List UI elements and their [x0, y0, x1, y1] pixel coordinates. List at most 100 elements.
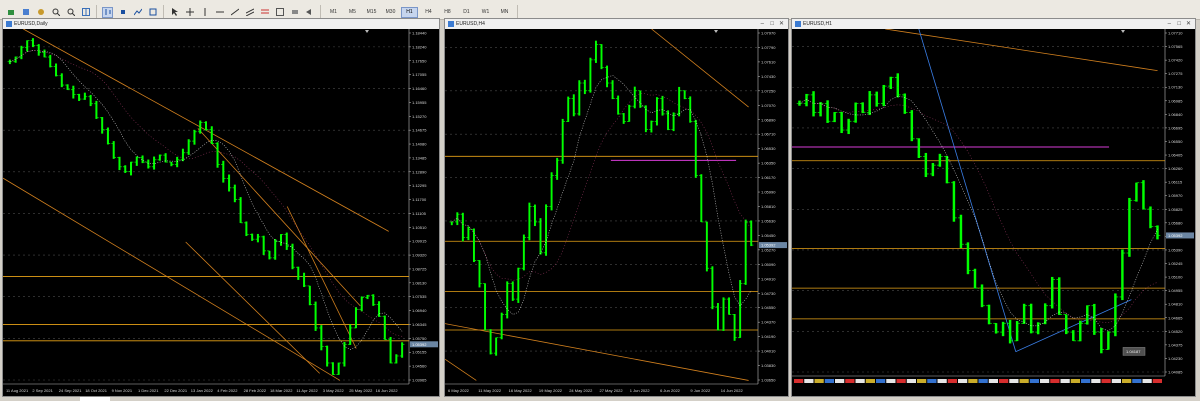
- session-marker: [804, 379, 814, 383]
- y-axis-label: 1.05270: [761, 247, 776, 252]
- y-axis-label: 1.06115: [1168, 180, 1183, 185]
- y-axis-label: 1.06405: [1168, 153, 1183, 158]
- y-axis-label: 1.04085: [1168, 370, 1183, 375]
- y-axis-label: 1.12890: [412, 169, 427, 174]
- chart-window-h4[interactable]: EURUSD,H4 – □ ✕ 1.07970 1.07790 1.07610 1.0…: [444, 18, 789, 397]
- maximize-button[interactable]: □: [1177, 20, 1181, 28]
- y-axis-label: 1.06890: [761, 117, 776, 122]
- timeframe-h4[interactable]: H4: [420, 7, 437, 18]
- crosshair-icon[interactable]: [184, 7, 195, 18]
- y-axis-label: 1.06695: [1168, 125, 1183, 130]
- y-axis-label: 1.07790: [761, 45, 776, 50]
- tile-windows-icon[interactable]: [80, 7, 91, 18]
- line-chart-icon[interactable]: [132, 7, 143, 18]
- current-price-label: 1.05392: [761, 243, 776, 248]
- price-chart[interactable]: 1.18440 1.18240 1.17650 1.17055 1.16460 1.159…: [3, 29, 439, 396]
- arrow-tool-icon[interactable]: [304, 7, 315, 18]
- y-axis-label: 1.05450: [761, 233, 776, 238]
- timeframe-d1[interactable]: D1: [458, 7, 475, 18]
- timeframe-h1[interactable]: H1: [401, 6, 418, 18]
- session-marker: [937, 379, 947, 383]
- timeframe-m15[interactable]: M15: [363, 7, 380, 18]
- current-price-label: 1.05392: [1168, 233, 1183, 238]
- y-axis-label: 1.17055: [412, 72, 427, 77]
- chart-window-daily[interactable]: EURUSD,Daily 1.18440 1.18240 1.17650 1.1705…: [2, 18, 440, 397]
- session-marker: [947, 379, 957, 383]
- current-price-label: 1.05392: [412, 342, 427, 347]
- session-marker: [917, 379, 927, 383]
- y-axis-label: 1.04520: [1168, 329, 1183, 334]
- y-axis-label: 1.05990: [761, 190, 776, 195]
- x-axis-label: 1 Jun 2022: [630, 388, 651, 393]
- chart-tab[interactable]: [80, 397, 110, 401]
- close-button[interactable]: ✕: [779, 20, 784, 28]
- session-marker: [968, 379, 978, 383]
- profiles-icon[interactable]: [20, 7, 31, 18]
- y-axis-label: 1.07420: [1168, 58, 1183, 63]
- x-axis-label: 9 Nov 2021: [112, 388, 133, 393]
- fibonacci-icon[interactable]: [259, 7, 270, 18]
- y-axis-label: 1.07710: [1168, 31, 1183, 36]
- y-axis-label: 1.04810: [1168, 302, 1183, 307]
- drawing-tools: [164, 5, 321, 19]
- cursor-icon[interactable]: [169, 7, 180, 18]
- minimize-button[interactable]: –: [1168, 20, 1171, 28]
- channel-icon[interactable]: [244, 7, 255, 18]
- y-axis-label: 1.08130: [412, 280, 427, 285]
- timeframe-m30[interactable]: M30: [382, 7, 399, 18]
- session-marker: [845, 379, 855, 383]
- y-axis-label: 1.09915: [412, 239, 427, 244]
- new-chart-icon[interactable]: [5, 7, 16, 18]
- timeframe-h8[interactable]: H8: [439, 7, 456, 18]
- x-axis-label: 3 May 2022: [323, 388, 345, 393]
- y-axis-label: 1.05630: [761, 218, 776, 223]
- y-axis-label: 1.05090: [761, 262, 776, 267]
- y-axis-label: 1.10510: [412, 225, 427, 230]
- bar-chart-icon[interactable]: [102, 6, 113, 18]
- zoom-in-icon[interactable]: [50, 7, 61, 18]
- timeframe-m1[interactable]: M1: [325, 7, 342, 18]
- x-axis-label: 24 May 2022: [569, 388, 593, 393]
- maximize-button[interactable]: □: [770, 20, 774, 28]
- close-button[interactable]: ✕: [1186, 20, 1191, 28]
- session-marker: [814, 379, 824, 383]
- x-axis-label: 11 Apr 2022: [296, 388, 318, 393]
- y-axis-label: 1.04910: [761, 276, 776, 281]
- y-axis-label: 1.14080: [412, 142, 427, 147]
- chart-window-icon: [795, 21, 801, 27]
- label-tool-icon[interactable]: [289, 7, 300, 18]
- y-axis-label: 1.03650: [761, 378, 776, 383]
- chart-window-h1[interactable]: EURUSD,H1 – □ ✕ 1.07710 1.07565 1.07420 1.0…: [791, 18, 1196, 397]
- y-axis-label: 1.08725: [412, 266, 427, 271]
- market-watch-icon[interactable]: [35, 7, 46, 18]
- session-marker: [1060, 379, 1070, 383]
- price-chart[interactable]: 1.07710 1.07565 1.07420 1.07275 1.07130 1.069…: [792, 29, 1195, 396]
- timeframe-w1[interactable]: W1: [477, 7, 494, 18]
- y-axis-label: 1.06985: [1168, 98, 1183, 103]
- y-axis-label: 1.12295: [412, 183, 427, 188]
- session-marker: [1029, 379, 1039, 383]
- minimize-button[interactable]: –: [761, 20, 764, 28]
- file-tools: [0, 5, 97, 19]
- y-axis-label: 1.07535: [412, 294, 427, 299]
- autoscroll-icon[interactable]: [147, 7, 158, 18]
- timeframe-m5[interactable]: M5: [344, 7, 361, 18]
- x-axis-label: 22 Dec 2021: [164, 388, 187, 393]
- y-axis-label: 1.04955: [1168, 288, 1183, 293]
- session-marker: [1142, 379, 1152, 383]
- y-axis-label: 1.05810: [761, 204, 776, 209]
- vertical-line-icon[interactable]: [199, 7, 210, 18]
- text-tool-icon[interactable]: [274, 7, 285, 18]
- zoom-out-icon[interactable]: [65, 7, 76, 18]
- candlestick-icon[interactable]: [117, 7, 128, 18]
- y-axis-label: 1.15955: [412, 100, 427, 105]
- price-chart[interactable]: 1.07970 1.07790 1.07610 1.07430 1.07250 1.070…: [445, 29, 788, 396]
- session-marker: [999, 379, 1009, 383]
- y-axis-label: 1.15270: [412, 114, 427, 119]
- x-axis-label: 27 May 2022: [600, 388, 624, 393]
- session-marker: [1009, 379, 1019, 383]
- horizontal-line-icon[interactable]: [214, 7, 225, 18]
- timeframe-mn[interactable]: MN: [496, 7, 513, 18]
- trendline-icon[interactable]: [229, 7, 240, 18]
- session-marker: [906, 379, 916, 383]
